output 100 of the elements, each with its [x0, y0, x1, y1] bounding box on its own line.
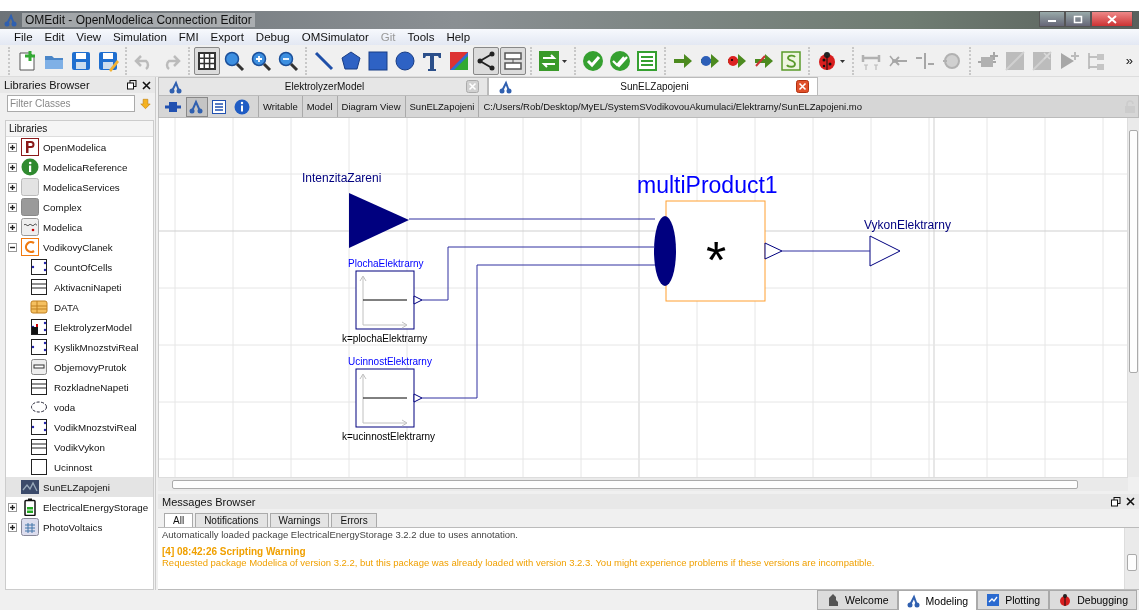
- menu-item[interactable]: Export: [204, 31, 250, 43]
- perspective-tab[interactable]: Modeling: [897, 590, 978, 610]
- tree-item[interactable]: ModelicaReference: [6, 157, 153, 177]
- tree-item[interactable]: RozkladneNapeti: [6, 377, 153, 397]
- tree-item[interactable]: OpenModelica: [6, 137, 153, 157]
- expand-icon[interactable]: [8, 522, 17, 532]
- perspective-tab[interactable]: Debugging: [1049, 590, 1137, 610]
- column-header: Libraries: [6, 121, 153, 137]
- vertical-scrollbar[interactable]: [1127, 118, 1139, 477]
- grid-tool-icon[interactable]: [194, 46, 220, 75]
- table-class-icon: [30, 298, 48, 316]
- component-name: UcinnostElektrarny: [348, 356, 432, 367]
- connect-tool-icon[interactable]: [473, 46, 499, 75]
- tree-item[interactable]: VodikVykon: [6, 437, 153, 457]
- expand-icon[interactable]: [8, 142, 17, 152]
- collapse-icon[interactable]: [8, 242, 17, 252]
- close-icon[interactable]: [796, 80, 809, 93]
- message-text: Requested package Modelica of version 3.2.2, but this package was already loaded with version 3.2.3. You might experience problems if these versions are incompatible.: [162, 557, 876, 568]
- tree-item[interactable]: AktivacniNapeti: [6, 277, 153, 297]
- tree-item[interactable]: SunELZapojeni: [6, 477, 153, 497]
- close-icon[interactable]: [142, 80, 151, 90]
- tree-item[interactable]: VodikovyClanek: [6, 237, 153, 257]
- menu-item[interactable]: FMI: [172, 31, 205, 43]
- float-panel-icon[interactable]: [127, 80, 137, 90]
- light-class-icon: [21, 178, 39, 196]
- dots-class-icon: [30, 338, 48, 356]
- transition-tool-icon[interactable]: [500, 46, 526, 75]
- menu-item[interactable]: Help: [440, 31, 477, 43]
- constant-block[interactable]: [355, 270, 423, 330]
- document-tab[interactable]: ElektrolyzerModel: [158, 77, 488, 95]
- messages-tab[interactable]: Errors: [331, 513, 377, 527]
- maximize-icon: [1073, 14, 1083, 24]
- tree-item[interactable]: Ucinnost: [6, 457, 153, 477]
- vertical-scrollbar[interactable]: [1124, 528, 1139, 589]
- menu-item[interactable]: Edit: [38, 31, 71, 43]
- tree-item[interactable]: ObjemovyPrutok: [6, 357, 153, 377]
- panel-title: Libraries Browser: [4, 79, 90, 91]
- oval-class-icon: [30, 398, 48, 416]
- window-title: OMEdit - OpenModelica Connection Editor: [22, 13, 255, 27]
- menu-item[interactable]: Tools: [401, 31, 441, 43]
- menu-item[interactable]: Debug: [249, 31, 296, 43]
- component-name: IntenzitaZareni: [302, 171, 382, 185]
- menu-item[interactable]: OMSimulator: [295, 31, 375, 43]
- menu-item[interactable]: File: [8, 31, 39, 43]
- expand-icon[interactable]: [8, 202, 17, 212]
- expand-icon[interactable]: [8, 162, 17, 172]
- model-info-label: SunELZapojeni: [404, 96, 479, 117]
- model-icon: [169, 79, 183, 94]
- tree-item[interactable]: ElectricalEnergyStorage: [6, 497, 153, 517]
- parameter-label: k=plochaElektrarny: [342, 333, 428, 344]
- tree-item[interactable]: PhotoVoltaics: [6, 517, 153, 537]
- expand-icon[interactable]: [8, 222, 17, 232]
- float-panel-icon[interactable]: [1111, 496, 1121, 507]
- messages-tab[interactable]: All: [164, 513, 194, 527]
- close-icon: [1107, 14, 1117, 24]
- input-triangle[interactable]: [349, 193, 409, 248]
- perspective-tab[interactable]: Welcome: [816, 590, 898, 610]
- maximize-button[interactable]: [1065, 11, 1091, 27]
- tree-item[interactable]: DATA: [6, 297, 153, 317]
- perspective-tab[interactable]: Plotting: [977, 590, 1050, 610]
- expand-icon[interactable]: [8, 182, 17, 192]
- expand-icon[interactable]: [8, 502, 17, 512]
- toolbar-overflow-button[interactable]: »: [1125, 53, 1133, 68]
- component-name: PlochaElektrarny: [348, 258, 424, 269]
- menu-item[interactable]: Simulation: [107, 31, 173, 43]
- product-block[interactable]: [654, 200, 783, 302]
- filter-field[interactable]: Filter Classes: [7, 95, 135, 112]
- close-button[interactable]: [1091, 11, 1133, 27]
- dots-class-icon: [30, 258, 48, 276]
- message-header: [4] 08:42:26 Scripting Warning: [162, 546, 307, 557]
- menu-item[interactable]: View: [70, 31, 108, 43]
- horizontal-scrollbar[interactable]: [158, 477, 1128, 491]
- bug-icon: [1058, 593, 1073, 607]
- component-name: multiProduct1: [637, 172, 778, 198]
- tree-item[interactable]: ElektrolyzerModel: [6, 317, 153, 337]
- message-text: Automatically loaded package ElectricalEnergyStorage 3.2.2 due to uses annotation.: [162, 529, 519, 540]
- model-info-label: Model: [301, 96, 337, 117]
- modelica-class-icon: [21, 218, 39, 236]
- output-triangle[interactable]: [869, 235, 901, 267]
- model-icon: [499, 79, 513, 94]
- tree-item[interactable]: VodikMnozstviReal: [6, 417, 153, 437]
- messages-tab[interactable]: Warnings: [269, 513, 330, 527]
- tree-item[interactable]: KyslikMnozstviReal: [6, 337, 153, 357]
- diagram-view-button[interactable]: [186, 96, 208, 117]
- messages-tab[interactable]: Notifications: [195, 513, 268, 527]
- document-tab[interactable]: SunELZapojeni: [488, 77, 818, 95]
- bar-class-icon: [30, 378, 48, 396]
- diagram-canvas[interactable]: IntenzitaZareni PlochaElektrarny k=plochaElektrarny UcinnostElektrarny k=ucinnostElektrarny multiProduct1 * VykonElektrarny: [158, 118, 1127, 477]
- slot-class-icon: [30, 358, 48, 376]
- battery-class-icon: [21, 498, 39, 516]
- tree-item[interactable]: CountOfCells: [6, 257, 153, 277]
- tree-item[interactable]: voda: [6, 397, 153, 417]
- constant-block[interactable]: [355, 368, 423, 428]
- close-icon[interactable]: [1126, 497, 1135, 506]
- model-info-label: Diagram View: [336, 96, 405, 117]
- tree-item[interactable]: Complex: [6, 197, 153, 217]
- minimize-button[interactable]: [1039, 11, 1065, 27]
- tree-item[interactable]: Modelica: [6, 217, 153, 237]
- tree-item[interactable]: ModelicaServices: [6, 177, 153, 197]
- blank-class-icon: [21, 198, 39, 216]
